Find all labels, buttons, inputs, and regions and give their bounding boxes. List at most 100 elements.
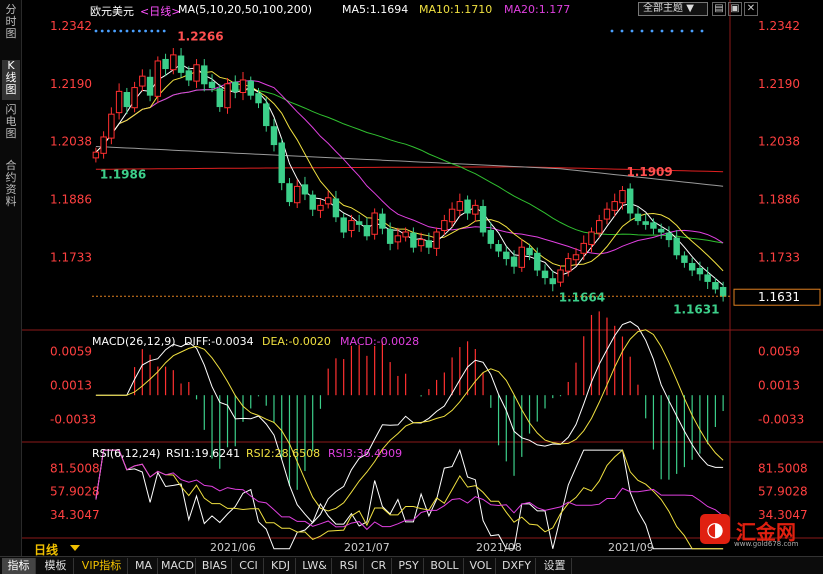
layout-icon[interactable]: ▤ [712, 2, 726, 16]
chart-canvas[interactable]: 1.2342 1.2342 1.2190 1.2190 1.2038 1.2038 1.18… [22, 0, 823, 552]
tab-contract-info[interactable]: 合约资料 [2, 160, 20, 224]
macd-y-tick-right: -0.0033 [758, 413, 804, 427]
event-marker [119, 29, 123, 33]
rsi-y-tick-left: 57.9028 [50, 485, 100, 499]
maximize-icon[interactable]: ▣ [728, 2, 742, 16]
tab-macd[interactable]: MACD [160, 558, 196, 574]
macd-y-tick-right: 0.0013 [758, 379, 800, 393]
candle-down [332, 198, 340, 218]
candle-down [541, 270, 549, 279]
event-marker [150, 29, 154, 33]
candle-down [503, 251, 510, 260]
rsi-y-tick-left: 34.3047 [50, 508, 100, 522]
candle-up [417, 239, 425, 247]
candle-up [324, 197, 332, 205]
macd-dea: DEA:-0.0020 [262, 335, 331, 348]
gold-logo-icon: ◑ [700, 514, 730, 544]
tab-vol[interactable]: VOL [466, 558, 496, 574]
event-marker [138, 29, 141, 33]
candle-down [270, 126, 278, 146]
candle-up [108, 113, 115, 139]
candle-down [410, 232, 417, 248]
candle-down [549, 278, 556, 285]
rsi-title: RSI(6,12,24) [92, 447, 161, 460]
tab-dxfy[interactable]: DXFY [498, 558, 536, 574]
x-tick-date: 2021/06 [210, 541, 256, 552]
candle-up [402, 231, 409, 238]
candle-down [201, 65, 208, 85]
candle-up [619, 190, 626, 204]
tab-bias[interactable]: BIAS [198, 558, 232, 574]
candle-down [216, 88, 223, 108]
y-tick-right: 1.1886 [758, 192, 800, 206]
chart-area: 1.2342 1.2342 1.2190 1.2190 1.2038 1.2038 1.18… [22, 0, 823, 552]
candle-up [572, 254, 580, 261]
chevron-down-icon[interactable] [70, 545, 80, 551]
candle-down [255, 93, 262, 104]
event-marker [107, 29, 110, 33]
candle-down [534, 252, 541, 271]
rsi1-line [95, 448, 724, 550]
candle-up [131, 87, 138, 109]
candle-down [719, 286, 727, 297]
tab-ma[interactable]: MA [130, 558, 158, 574]
candle-down [208, 81, 216, 89]
rsi-y-tick-left: 81.5008 [50, 461, 100, 475]
tab-boll[interactable]: BOLL [426, 558, 464, 574]
theme-select[interactable]: 全部主题 ▼ [638, 2, 708, 16]
chevron-down-icon: ▼ [686, 3, 694, 14]
candle-down [363, 225, 371, 237]
close-icon[interactable]: ✕ [744, 2, 758, 16]
candle-up [115, 90, 123, 114]
candle-up [348, 220, 355, 231]
tab-flash[interactable]: 闪电图 [2, 104, 20, 156]
macd-y-tick-left: 0.0059 [50, 345, 92, 359]
candle-down [355, 221, 363, 225]
tab-item-15[interactable]: 设置 [538, 558, 572, 574]
macd-diff-line [95, 321, 724, 524]
y-tick-left: 1.1733 [50, 250, 92, 264]
macd-y-tick-left: 0.0013 [50, 379, 92, 393]
event-marker [620, 29, 624, 33]
tab-cr[interactable]: CR [366, 558, 392, 574]
tab-psy[interactable]: PSY [394, 558, 424, 574]
tab-vip-indicator[interactable]: VIP指标 [76, 558, 128, 574]
candle-down [665, 232, 673, 241]
candle-down [626, 188, 634, 214]
candle-down [634, 213, 642, 222]
tab-rsi[interactable]: RSI [334, 558, 364, 574]
candle-down [340, 217, 347, 233]
indicator-toolbar: 指标 模板 VIP指标 MA MACD BIAS CCI KDJ LW& RSI CR PSY BOLL… [0, 556, 823, 574]
event-marker [680, 29, 684, 33]
candle-down [464, 199, 471, 214]
tab-kdj[interactable]: KDJ [266, 558, 296, 574]
candle-down [286, 183, 293, 203]
candle-up [92, 151, 100, 159]
candle-down [657, 228, 665, 233]
y-tick-right: 1.1733 [758, 250, 800, 264]
tab-timeshare[interactable]: 分时图 [2, 4, 20, 56]
tab-item-1[interactable]: 模板 [38, 558, 74, 574]
candle-up [224, 83, 231, 109]
event-marker [660, 29, 664, 33]
rsi1-value: RSI1:19.6241 [166, 447, 241, 460]
candle-up [441, 220, 448, 231]
y-tick-left: 1.1886 [50, 192, 92, 206]
candle-down [379, 213, 386, 229]
price-label-high: 1.1909 [626, 165, 672, 179]
rsi2-line [95, 449, 724, 550]
tab-item-0[interactable]: 指标 [2, 558, 36, 574]
candle-up [294, 185, 301, 204]
candle-down [704, 274, 711, 282]
rsi3-value: RSI3:36.4909 [328, 447, 403, 460]
x-tick-date: 2021/07 [344, 541, 390, 552]
y-tick-right: 1.2038 [758, 135, 800, 149]
candle-down [673, 237, 680, 256]
event-marker [131, 29, 135, 33]
tab-cci[interactable]: CCI [234, 558, 264, 574]
tab-kline[interactable]: K线图 [2, 60, 20, 100]
candle-down [247, 80, 254, 96]
tab-lw[interactable]: LW& [298, 558, 332, 574]
ma5-value: MA5:1.1694 [342, 3, 409, 16]
event-marker [125, 29, 129, 33]
